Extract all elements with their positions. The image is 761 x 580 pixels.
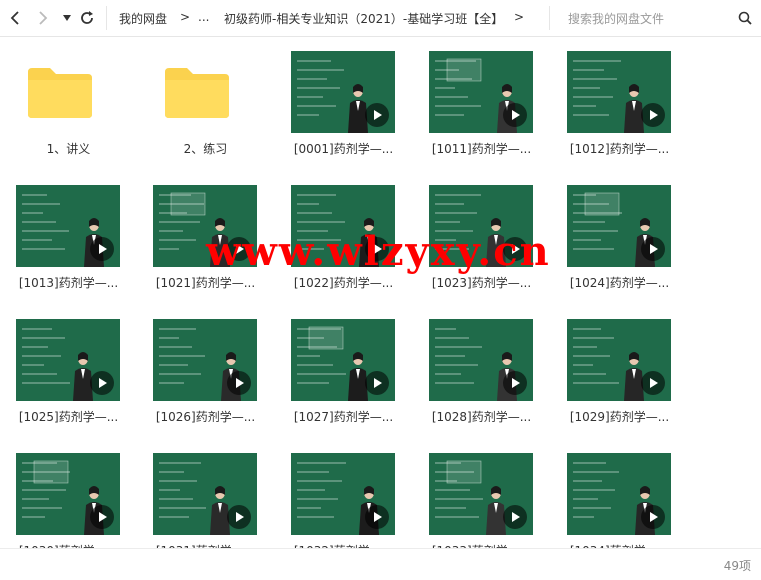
search-input[interactable]: 搜索我的网盘文件 bbox=[568, 10, 664, 27]
item-label[interactable]: [0001]药剂学—... bbox=[275, 140, 412, 157]
video-thumbnail[interactable] bbox=[429, 51, 533, 133]
refresh-icon bbox=[81, 11, 93, 24]
top-toolbar: 我的网盘 > ... 初级药师-相关专业知识（2021）-基础学习班【全】 > … bbox=[0, 0, 761, 37]
video-item[interactable]: [1034]药剂学—... bbox=[551, 438, 675, 548]
video-item[interactable]: [1012]药剂学—... bbox=[551, 36, 675, 160]
video-thumbnail[interactable] bbox=[291, 51, 395, 133]
history-dropdown[interactable] bbox=[58, 8, 76, 28]
play-icon[interactable] bbox=[365, 103, 389, 127]
search-divider bbox=[549, 6, 550, 30]
video-item[interactable]: [1013]药剂学—... bbox=[0, 170, 124, 294]
item-label[interactable]: [1023]药剂学—... bbox=[413, 274, 550, 291]
breadcrumb-ellipsis[interactable]: ... bbox=[198, 10, 209, 24]
search-icon bbox=[738, 11, 752, 25]
item-label[interactable]: [1026]药剂学—... bbox=[137, 408, 274, 425]
breadcrumb-root[interactable]: 我的网盘 bbox=[119, 10, 167, 27]
video-thumbnail[interactable] bbox=[153, 453, 257, 535]
video-thumbnail[interactable] bbox=[567, 453, 671, 535]
video-item[interactable]: [1024]药剂学—... bbox=[551, 170, 675, 294]
chevron-left-icon bbox=[10, 11, 19, 25]
video-item[interactable]: [1030]药剂学—... bbox=[0, 438, 124, 548]
status-footer: 49项 bbox=[0, 548, 761, 580]
play-icon[interactable] bbox=[503, 103, 527, 127]
caret-down-icon bbox=[63, 15, 71, 21]
play-icon[interactable] bbox=[641, 505, 665, 529]
item-label[interactable]: [1011]药剂学—... bbox=[413, 140, 550, 157]
video-item[interactable]: [1026]药剂学—... bbox=[137, 304, 261, 428]
video-item[interactable]: [1032]药剂学—... bbox=[275, 438, 399, 548]
video-thumbnail[interactable] bbox=[567, 51, 671, 133]
forward-button[interactable] bbox=[34, 8, 52, 28]
video-thumbnail[interactable] bbox=[16, 319, 120, 401]
video-thumbnail[interactable] bbox=[429, 453, 533, 535]
video-item[interactable]: [1027]药剂学—... bbox=[275, 304, 399, 428]
video-thumbnail[interactable] bbox=[16, 453, 120, 535]
item-label[interactable]: [1028]药剂学—... bbox=[413, 408, 550, 425]
video-thumbnail[interactable] bbox=[153, 319, 257, 401]
watermark-text: www.wlzyxy.cn bbox=[206, 228, 551, 275]
folder-item[interactable]: 1、讲义 bbox=[0, 36, 124, 160]
item-label[interactable]: [1024]药剂学—... bbox=[551, 274, 688, 291]
breadcrumb-current[interactable]: 初级药师-相关专业知识（2021）-基础学习班【全】 bbox=[224, 10, 503, 27]
play-icon[interactable] bbox=[503, 371, 527, 395]
search-button[interactable] bbox=[736, 8, 754, 28]
item-label[interactable]: 1、讲义 bbox=[0, 140, 137, 157]
video-item[interactable]: [1033]药剂学—... bbox=[413, 438, 537, 548]
item-label[interactable]: [1021]药剂学—... bbox=[137, 274, 274, 291]
play-icon[interactable] bbox=[90, 371, 114, 395]
item-count: 49项 bbox=[723, 559, 751, 573]
video-item[interactable]: [0001]药剂学—... bbox=[275, 36, 399, 160]
video-item[interactable]: [1029]药剂学—... bbox=[551, 304, 675, 428]
play-icon[interactable] bbox=[227, 371, 251, 395]
item-label[interactable]: [1027]药剂学—... bbox=[275, 408, 412, 425]
video-thumbnail[interactable] bbox=[16, 185, 120, 267]
play-icon[interactable] bbox=[365, 505, 389, 529]
video-item[interactable]: [1031]药剂学—... bbox=[137, 438, 261, 548]
video-thumbnail[interactable] bbox=[567, 185, 671, 267]
video-thumbnail[interactable] bbox=[429, 319, 533, 401]
play-icon[interactable] bbox=[90, 505, 114, 529]
play-icon[interactable] bbox=[641, 103, 665, 127]
play-icon[interactable] bbox=[365, 371, 389, 395]
file-grid: 1、讲义 2、练习 [0001]药剂学—... [1011]药剂学—... [1012]… bbox=[0, 36, 761, 548]
breadcrumb-separator: > bbox=[180, 10, 191, 24]
item-label[interactable]: 2、练习 bbox=[137, 140, 274, 157]
video-thumbnail[interactable] bbox=[291, 319, 395, 401]
video-item[interactable]: [1028]药剂学—... bbox=[413, 304, 537, 428]
folder-icon bbox=[165, 68, 229, 118]
folder-item[interactable]: 2、练习 bbox=[137, 36, 261, 160]
item-label[interactable]: [1013]药剂学—... bbox=[0, 274, 137, 291]
item-label[interactable]: [1012]药剂学—... bbox=[551, 140, 688, 157]
video-item[interactable]: [1011]药剂学—... bbox=[413, 36, 537, 160]
video-thumbnail[interactable] bbox=[291, 453, 395, 535]
item-label[interactable]: [1022]药剂学—... bbox=[275, 274, 412, 291]
back-button[interactable] bbox=[6, 8, 24, 28]
item-label[interactable]: [1025]药剂学—... bbox=[0, 408, 137, 425]
play-icon[interactable] bbox=[641, 237, 665, 261]
play-icon[interactable] bbox=[90, 237, 114, 261]
play-icon[interactable] bbox=[641, 371, 665, 395]
video-thumbnail[interactable] bbox=[567, 319, 671, 401]
breadcrumb-separator: > bbox=[514, 10, 525, 24]
refresh-button[interactable] bbox=[78, 8, 96, 28]
play-icon[interactable] bbox=[503, 505, 527, 529]
chevron-right-icon bbox=[39, 11, 48, 25]
video-item[interactable]: [1025]药剂学—... bbox=[0, 304, 124, 428]
item-label[interactable]: [1029]药剂学—... bbox=[551, 408, 688, 425]
folder-icon bbox=[28, 68, 92, 118]
toolbar-divider bbox=[106, 6, 107, 30]
play-icon[interactable] bbox=[227, 505, 251, 529]
